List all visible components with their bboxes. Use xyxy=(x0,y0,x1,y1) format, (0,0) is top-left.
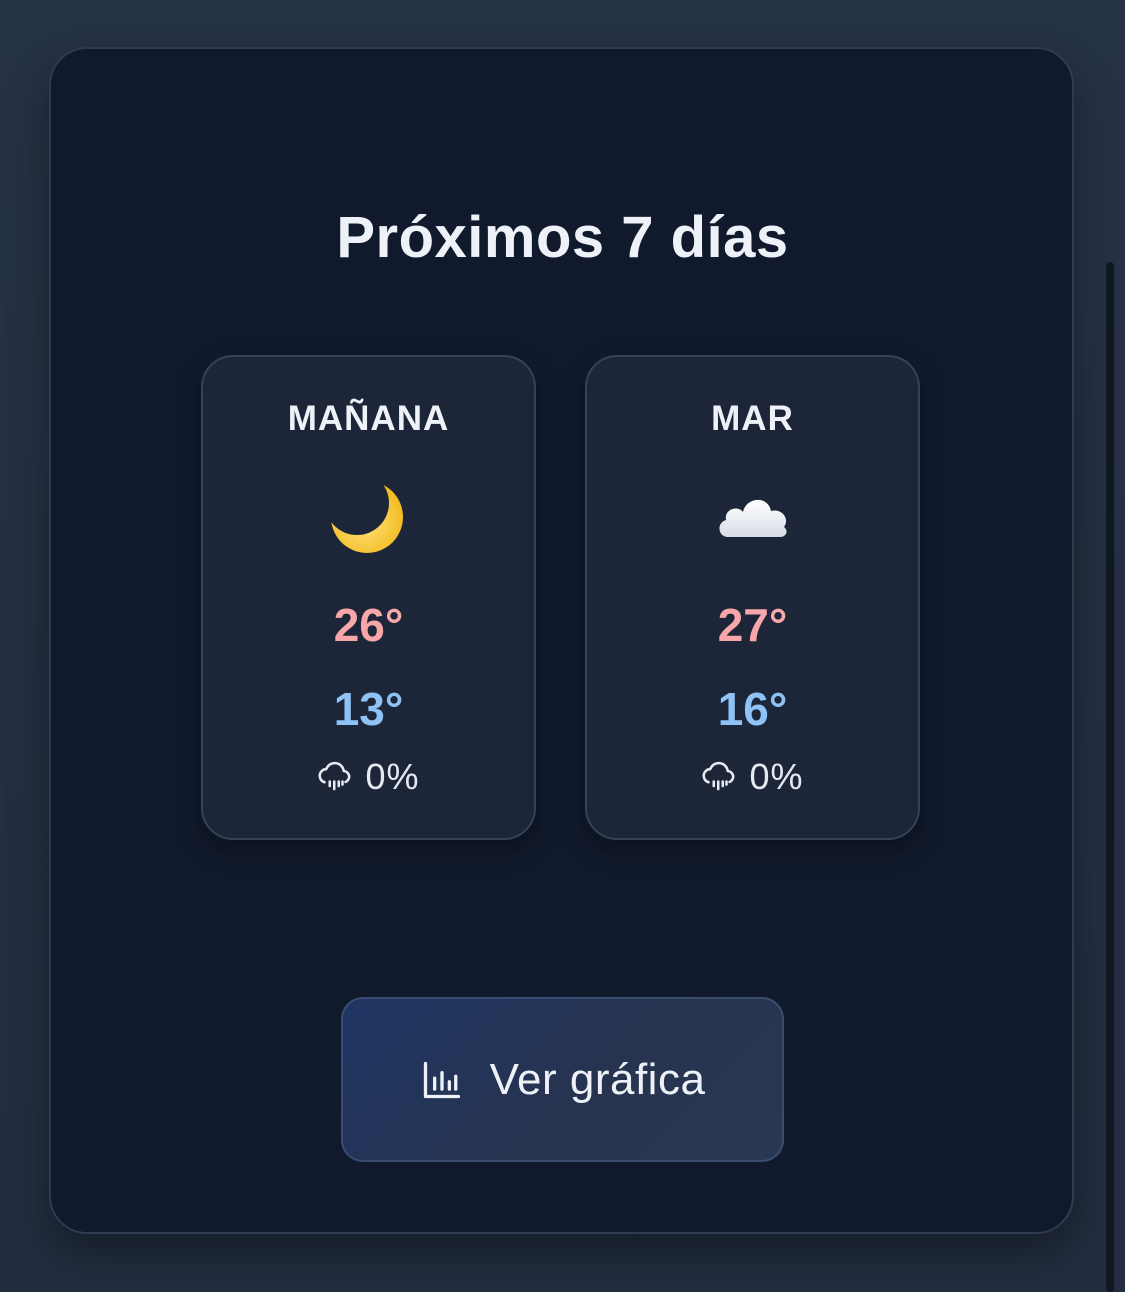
high-temp: 26° xyxy=(333,599,404,651)
cloud-rain-icon xyxy=(701,759,737,795)
view-chart-button[interactable]: Ver gráfica xyxy=(341,997,784,1162)
precipitation: 0% xyxy=(587,755,918,799)
low-temp: 16° xyxy=(717,683,788,735)
precip-value: 0% xyxy=(749,756,804,797)
high-temp: 27° xyxy=(717,599,788,651)
cloud-icon xyxy=(587,475,918,559)
view-chart-label: Ver gráfica xyxy=(489,1054,706,1104)
forecast-day-card[interactable]: MAR 27° 16° 0% xyxy=(585,355,920,840)
forecast-day-card[interactable]: MAÑANA 26° 13° 0% xyxy=(201,355,536,840)
day-label: MAÑANA xyxy=(287,399,450,438)
forecast-title: Próximos 7 días xyxy=(336,205,789,270)
scrollbar[interactable] xyxy=(1106,262,1114,1292)
bar-chart-icon xyxy=(420,1058,464,1102)
crescent-moon-icon xyxy=(203,475,534,559)
day-label: MAR xyxy=(711,399,794,438)
precip-value: 0% xyxy=(365,756,420,797)
cloud-rain-icon xyxy=(317,759,353,795)
low-temp: 13° xyxy=(333,683,404,735)
precipitation: 0% xyxy=(203,755,534,799)
